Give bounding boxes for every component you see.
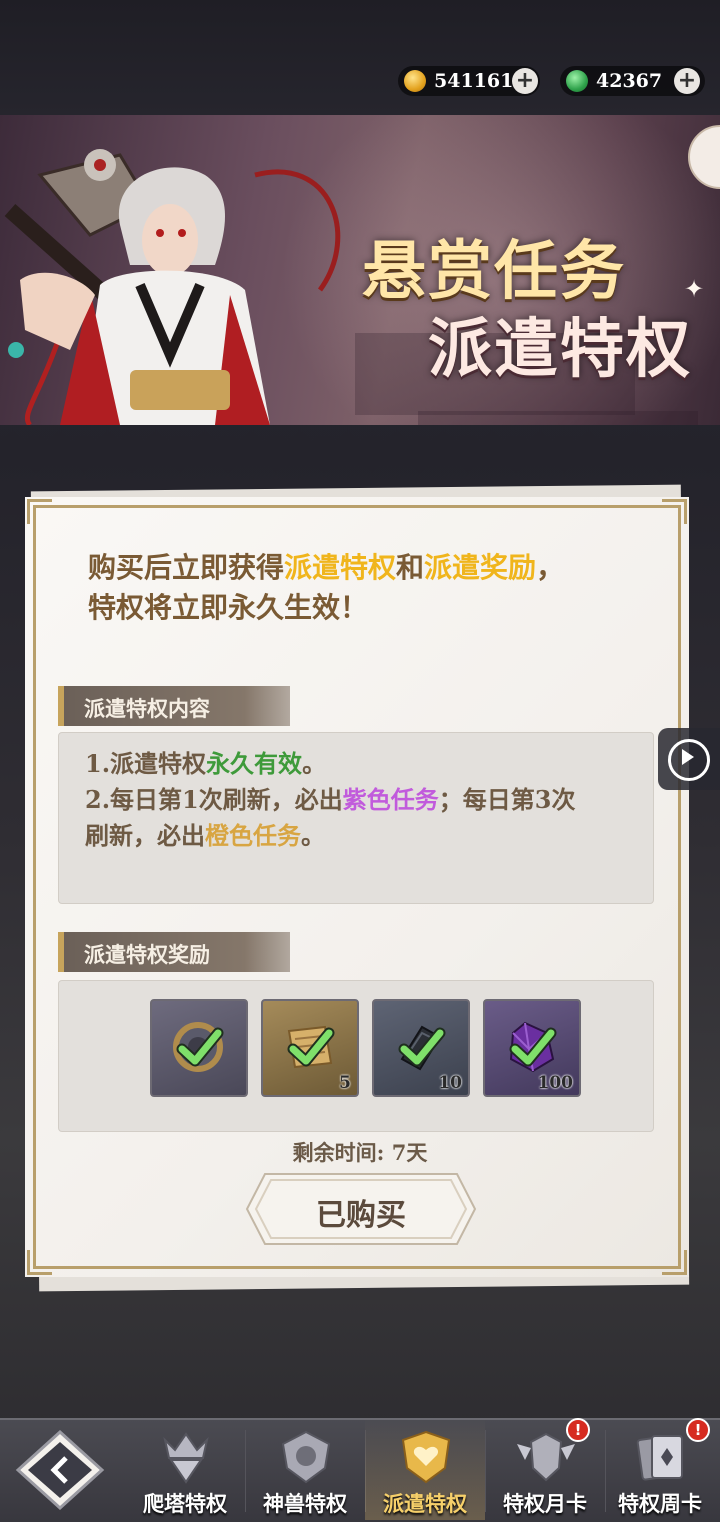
- beast-emblem-icon: [281, 1430, 331, 1484]
- tab-tower-privilege[interactable]: 爬塔特权: [125, 1418, 245, 1520]
- notification-badge: !: [686, 1418, 710, 1442]
- reward-item[interactable]: 5: [261, 999, 359, 1097]
- reward-count: 100: [537, 1073, 574, 1093]
- character-portrait: [4, 149, 341, 425]
- currency-bar: [0, 0, 720, 115]
- card-icon: [636, 1435, 683, 1481]
- check-icon: [287, 1027, 335, 1067]
- reward-item[interactable]: [150, 999, 248, 1097]
- banner-title-line2: 派遣特权: [428, 312, 692, 387]
- section-header-content: 派遣特权内容: [58, 686, 290, 726]
- reward-items: 5 10 100: [150, 999, 581, 1097]
- gold-currency: 541161 +: [398, 66, 540, 96]
- purchased-label: 已购买: [316, 1198, 406, 1233]
- sparkle-icon: ✦: [684, 275, 705, 303]
- check-icon: [398, 1027, 446, 1067]
- tab-dispatch-privilege[interactable]: 派遣特权: [365, 1418, 485, 1520]
- check-icon: [509, 1027, 557, 1067]
- section-header-rewards: 派遣特权奖励: [58, 932, 290, 972]
- gold-amount: 541161: [434, 70, 514, 92]
- check-icon: [176, 1027, 224, 1067]
- jade-amount: 42367: [596, 70, 663, 92]
- add-jade-button[interactable]: +: [674, 68, 700, 94]
- reward-count: 5: [339, 1073, 351, 1093]
- jade-currency: 42367 +: [560, 66, 705, 96]
- crown-gem-icon: [163, 1432, 209, 1484]
- purchased-button[interactable]: 已购买: [245, 1172, 477, 1246]
- event-banner: 悬赏任务 派遣特权 ✦: [0, 115, 720, 425]
- video-button[interactable]: [658, 728, 720, 790]
- highlight-reward: 派遣奖励: [424, 551, 537, 584]
- gold-coin-icon: [404, 70, 426, 92]
- heart-shield-icon: [401, 1430, 451, 1484]
- intro-text: 购买后立即获得派遣特权和派遣奖励， 特权将立即永久生效！: [88, 551, 565, 624]
- play-icon: [668, 739, 710, 781]
- privilege-description: 1.派遣特权永久有效。 2.每日第1次刷新，必出紫色任务；每日第3次 刷新，必出…: [85, 749, 576, 850]
- notification-badge: !: [566, 1418, 590, 1442]
- highlight-privilege: 派遣特权: [284, 551, 397, 584]
- back-button[interactable]: [10, 1429, 110, 1511]
- jade-coin-icon: [566, 70, 588, 92]
- tab-beast-privilege[interactable]: 神兽特权: [245, 1418, 365, 1520]
- reward-count: 10: [438, 1073, 462, 1093]
- remaining-time: 剩余时间: 7天: [292, 1140, 428, 1165]
- add-gold-button[interactable]: +: [512, 68, 538, 94]
- reward-item[interactable]: 10: [372, 999, 470, 1097]
- reward-item[interactable]: 100: [483, 999, 581, 1097]
